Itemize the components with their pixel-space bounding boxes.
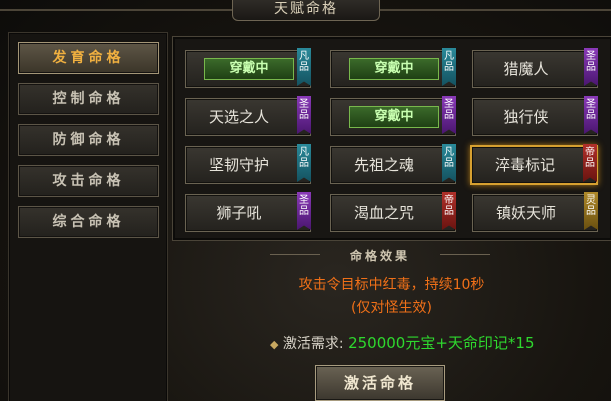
fate-card[interactable]: 先祖之魂 凡品 bbox=[330, 144, 456, 184]
grade-tag: 凡品 bbox=[442, 144, 456, 182]
grade-tag: 圣品 bbox=[584, 48, 598, 86]
fate-name: 渴血之咒 bbox=[353, 204, 414, 222]
effect-description: 攻击令目标中红毒，持续10秒 bbox=[298, 277, 485, 293]
effect-header: 命格效果 bbox=[270, 245, 490, 263]
activation-requirement: ◆ 激活需求: 250000元宝+天命印记*15 bbox=[270, 333, 535, 353]
fate-card[interactable]: 狮子吼 圣品 bbox=[185, 192, 311, 232]
activate-button[interactable]: 激活命格 bbox=[315, 365, 445, 401]
fate-grid-panel: 穿戴中 凡品 穿戴中 凡品 猎魔人 圣品 天选之人 圣品 穿戴中 圣品 独行侠 … bbox=[172, 36, 611, 241]
title-divider-left bbox=[0, 9, 232, 11]
fate-card[interactable]: 猎魔人 圣品 bbox=[472, 48, 598, 88]
equipped-badge: 穿戴中 bbox=[204, 58, 294, 80]
tab-attack[interactable]: 攻击命格 bbox=[18, 165, 159, 197]
grade-tag: 圣品 bbox=[584, 96, 598, 134]
grade-tag: 帝品 bbox=[442, 192, 456, 230]
effect-title: 命格效果 bbox=[349, 249, 410, 263]
fate-card[interactable]: 穿戴中 凡品 bbox=[330, 48, 456, 88]
fate-name: 狮子吼 bbox=[216, 204, 262, 222]
fate-name: 镇妖天师 bbox=[495, 204, 556, 222]
diamond-icon: ◆ bbox=[270, 338, 279, 351]
fate-name: 猎魔人 bbox=[503, 60, 549, 78]
tab-development[interactable]: 发育命格 bbox=[18, 42, 159, 74]
fate-name: 天选之人 bbox=[208, 108, 269, 126]
fate-card[interactable]: 渴血之咒 帝品 bbox=[330, 192, 456, 232]
category-sidebar: 发育命格 控制命格 防御命格 攻击命格 综合命格 bbox=[8, 32, 168, 401]
fate-card[interactable]: 坚韧守护 凡品 bbox=[185, 144, 311, 184]
tab-control[interactable]: 控制命格 bbox=[18, 83, 159, 115]
grade-tag: 凡品 bbox=[442, 48, 456, 86]
fate-name: 坚韧守护 bbox=[208, 156, 269, 174]
talent-fate-window: 天赋命格 发育命格 控制命格 防御命格 攻击命格 综合命格 穿戴中 凡品 穿戴中… bbox=[0, 0, 611, 401]
requirement-label: 激活需求: bbox=[282, 336, 344, 352]
fate-card[interactable]: 镇妖天师 灵品 bbox=[472, 192, 598, 232]
tab-defense[interactable]: 防御命格 bbox=[18, 124, 159, 156]
fate-name: 淬毒标记 bbox=[494, 156, 555, 174]
fate-card[interactable]: 独行侠 圣品 bbox=[472, 96, 598, 136]
grade-tag: 凡品 bbox=[297, 144, 311, 182]
grade-tag: 凡品 bbox=[297, 48, 311, 86]
effect-condition: (仅对怪生效) bbox=[351, 300, 432, 316]
effect-divider-right bbox=[440, 254, 490, 255]
fate-name: 独行侠 bbox=[503, 108, 549, 126]
equipped-badge: 穿戴中 bbox=[349, 58, 439, 80]
fate-card[interactable]: 穿戴中 圣品 bbox=[330, 96, 456, 136]
effect-divider-left bbox=[270, 254, 320, 255]
window-title: 天赋命格 bbox=[232, 0, 380, 21]
grade-tag: 圣品 bbox=[297, 96, 311, 134]
fate-card[interactable]: 穿戴中 凡品 bbox=[185, 48, 311, 88]
grade-tag: 圣品 bbox=[297, 192, 311, 230]
grade-tag: 帝品 bbox=[583, 144, 597, 182]
requirement-value: 250000元宝+天命印记*15 bbox=[348, 334, 535, 352]
grade-tag: 灵品 bbox=[584, 192, 598, 230]
fate-card[interactable]: 天选之人 圣品 bbox=[185, 96, 311, 136]
fate-card-selected[interactable]: 淬毒标记 帝品 bbox=[470, 144, 598, 185]
tab-comprehensive[interactable]: 综合命格 bbox=[18, 206, 159, 238]
grade-tag: 圣品 bbox=[442, 96, 456, 134]
equipped-badge: 穿戴中 bbox=[349, 106, 439, 128]
title-divider-right bbox=[378, 9, 611, 11]
fate-name: 先祖之魂 bbox=[353, 156, 414, 174]
